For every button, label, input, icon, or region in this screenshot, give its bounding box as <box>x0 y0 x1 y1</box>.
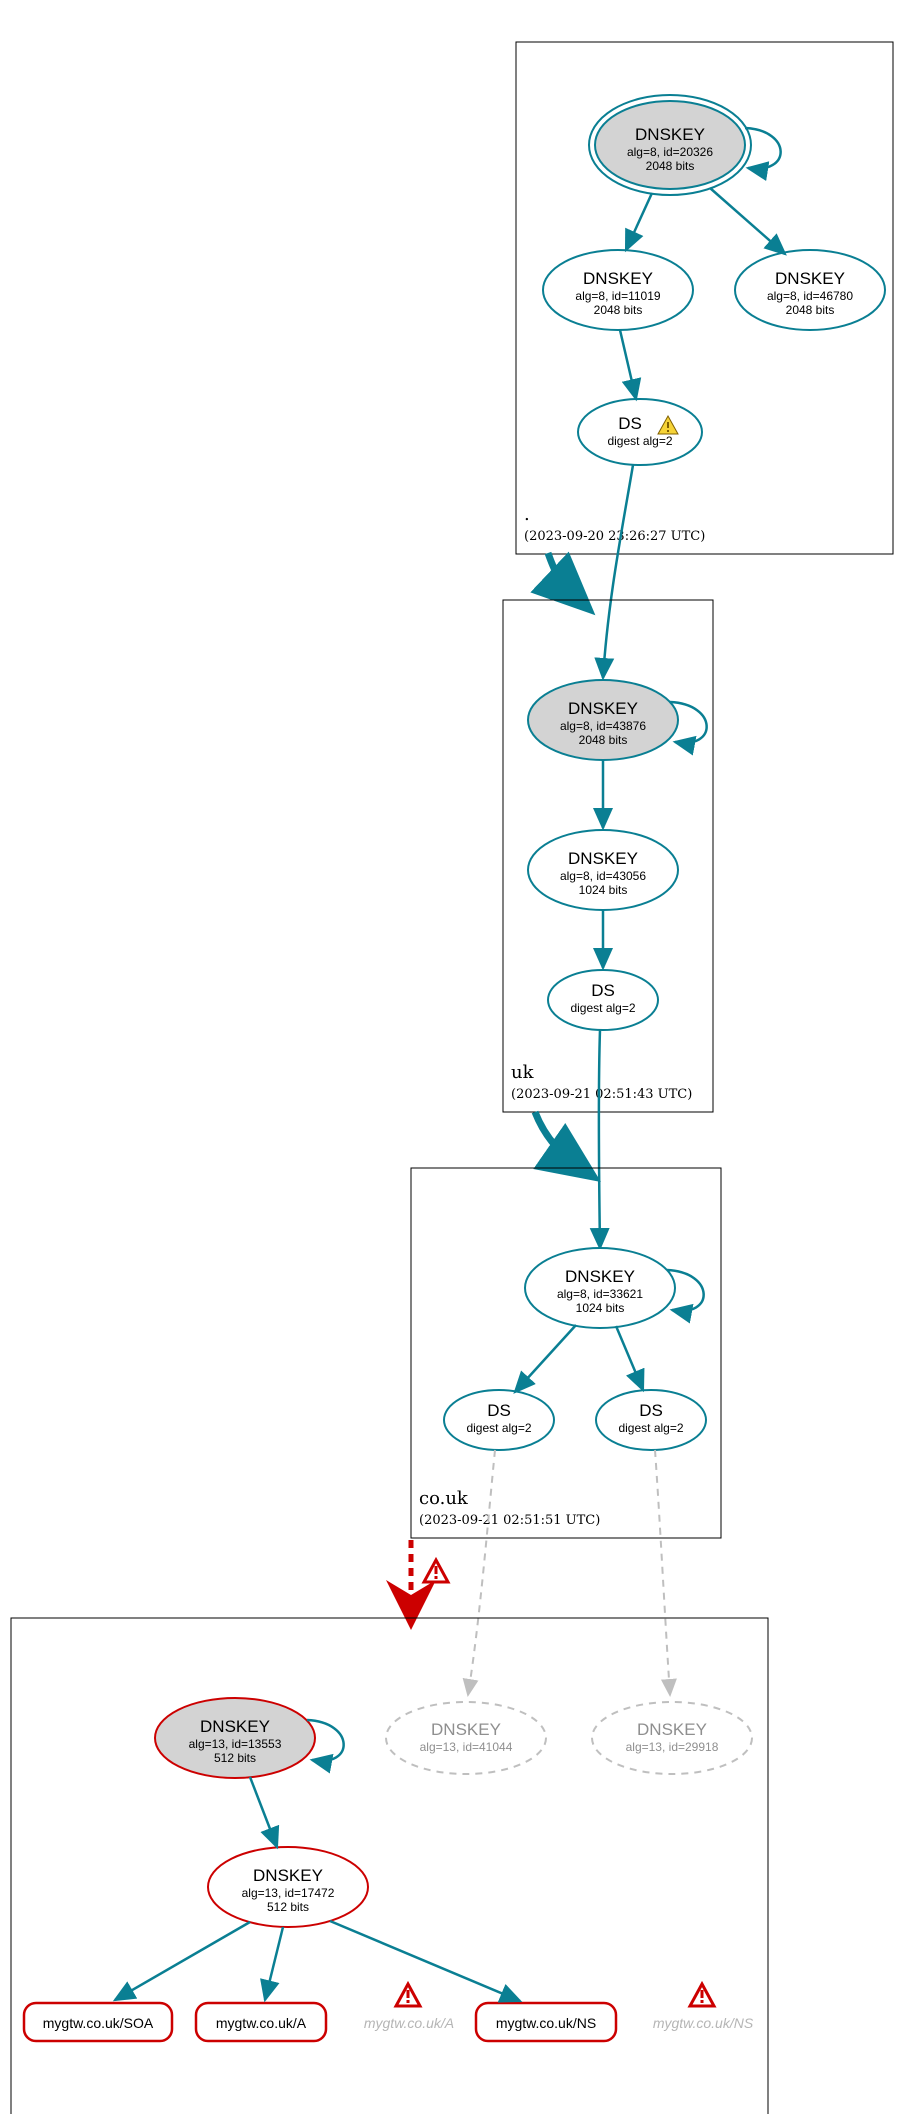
edge-ds1-mgk1 <box>468 1450 495 1695</box>
zone-uk-name: uk <box>511 1062 535 1083</box>
svg-text:mygtw.co.uk/A: mygtw.co.uk/A <box>364 2015 454 2031</box>
edge-deleg-uk-couk <box>535 1112 578 1166</box>
edge-mgksk-zsk <box>250 1777 277 1847</box>
edge-rootksk-zsk1 <box>626 193 652 250</box>
zone-root-name: . <box>524 504 530 525</box>
svg-text:mygtw.co.uk/SOA: mygtw.co.uk/SOA <box>43 2015 154 2031</box>
edge-zsk-soa <box>115 1922 250 2000</box>
node-root-zsk1[interactable]: DNSKEYalg=8, id=110192048 bits <box>543 250 693 330</box>
node-mg-k1[interactable]: DNSKEYalg=13, id=41044 <box>386 1702 546 1774</box>
zone-couk: co.uk (2023-09-21 02:51:51 UTC) DNSKEYal… <box>411 1168 721 1538</box>
node-uk-ds[interactable]: DSdigest alg=2 <box>548 970 658 1030</box>
node-mg-a[interactable]: mygtw.co.uk/A <box>196 2003 326 2041</box>
zone-couk-ts: (2023-09-21 02:51:51 UTC) <box>419 1513 600 1528</box>
node-mg-ksk[interactable]: DNSKEYalg=13, id=13553512 bits <box>155 1698 315 1778</box>
edge-ds2-mgk2 <box>655 1450 670 1695</box>
node-mg-zsk[interactable]: DNSKEYalg=13, id=17472512 bits <box>208 1847 368 1927</box>
svg-text:mygtw.co.uk/NS: mygtw.co.uk/NS <box>653 2015 754 2031</box>
node-mg-soa[interactable]: mygtw.co.uk/SOA <box>24 2003 172 2041</box>
edge-zsk1-ds <box>620 330 636 399</box>
node-mg-ns-faded: mygtw.co.uk/NS <box>653 1984 754 2031</box>
node-root-zsk2[interactable]: DNSKEYalg=8, id=467802048 bits <box>735 250 885 330</box>
edge-coukksk-ds2 <box>616 1326 643 1390</box>
node-root-ksk[interactable]: DNSKEYalg=8, id=203262048 bits <box>589 95 751 195</box>
zone-root-ts: (2023-09-20 23:26:27 UTC) <box>524 529 705 544</box>
node-couk-ksk[interactable]: DNSKEYalg=8, id=336211024 bits <box>525 1248 675 1328</box>
svg-text:DNSKEYalg=13, id=29918: DNSKEYalg=13, id=29918 <box>626 1720 719 1754</box>
edge-deleg-root-uk <box>548 553 575 596</box>
node-root-ds[interactable]: DSdigest alg=2 <box>578 399 702 465</box>
edge-ukds-coukksk <box>599 1030 600 1248</box>
svg-text:mygtw.co.uk/NS: mygtw.co.uk/NS <box>496 2015 596 2031</box>
svg-text:DNSKEYalg=13, id=41044: DNSKEYalg=13, id=41044 <box>420 1720 513 1754</box>
edge-rootksk-zsk2 <box>710 188 785 254</box>
node-mg-ns[interactable]: mygtw.co.uk/NS <box>476 2003 616 2041</box>
error-icon <box>424 1560 448 1582</box>
node-uk-zsk[interactable]: DNSKEYalg=8, id=430561024 bits <box>528 830 678 910</box>
edge-zsk-a <box>265 1927 283 2000</box>
zone-root: . (2023-09-20 23:26:27 UTC) DNSKEYalg=8,… <box>516 42 893 554</box>
zone-mygtw: mygtw.co.uk (2023-09-21 02:52:29 UTC) DN… <box>11 1618 768 2114</box>
node-couk-ds2[interactable]: DSdigest alg=2 <box>596 1390 706 1450</box>
node-mg-a-faded: mygtw.co.uk/A <box>364 1984 454 2031</box>
edge-rootds-ukksk <box>603 465 633 678</box>
zone-uk-ts: (2023-09-21 02:51:43 UTC) <box>511 1087 692 1102</box>
edge-zsk-ns <box>330 1921 520 2001</box>
zone-couk-name: co.uk <box>419 1488 469 1509</box>
zone-uk: uk (2023-09-21 02:51:43 UTC) DNSKEYalg=8… <box>503 600 713 1112</box>
svg-text:mygtw.co.uk/A: mygtw.co.uk/A <box>216 2015 307 2031</box>
node-uk-ksk[interactable]: DNSKEYalg=8, id=438762048 bits <box>528 680 678 760</box>
node-mg-k2[interactable]: DNSKEYalg=13, id=29918 <box>592 1702 752 1774</box>
node-couk-ds1[interactable]: DSdigest alg=2 <box>444 1390 554 1450</box>
edge-coukksk-ds1 <box>515 1325 576 1392</box>
